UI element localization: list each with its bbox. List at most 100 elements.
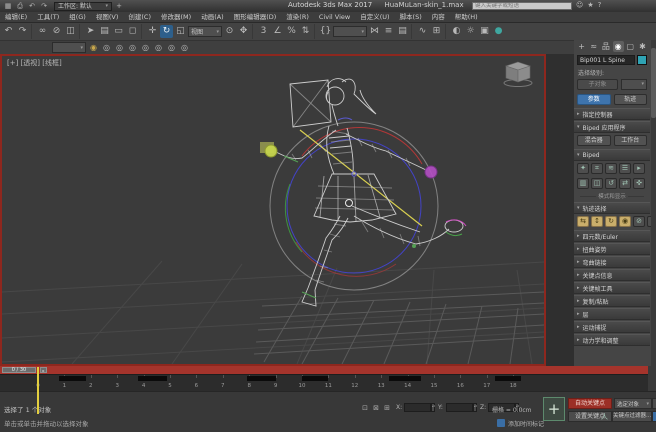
rollout-collapsed-8[interactable]: ▸动力学和调整 (574, 334, 650, 346)
key-filter-dropdown[interactable]: 选定对象 ▾ (614, 398, 652, 409)
tool-icon[interactable]: ◎ (114, 42, 125, 53)
time-slider-handle[interactable]: 0 / 30 (2, 367, 36, 373)
object-name-field[interactable] (577, 55, 635, 65)
biped-mode-icon[interactable]: ▥ (577, 178, 589, 189)
percent-snap-icon[interactable]: % (285, 25, 298, 38)
select-scale-icon[interactable]: ◱ (174, 25, 187, 38)
sub-object-button[interactable]: 子对象 (577, 79, 618, 90)
rect-region-icon[interactable]: ▭ (112, 25, 125, 38)
mirror-icon[interactable]: ⋈ (368, 25, 381, 38)
add-workspace-icon[interactable]: + (114, 2, 124, 11)
menu-item-7[interactable]: 图形编辑器(D) (229, 12, 282, 22)
unlink-icon[interactable]: ⊘ (50, 25, 63, 38)
workbench-button[interactable]: 工作台 (614, 135, 648, 146)
menu-item-9[interactable]: Civil View (314, 12, 355, 22)
help-icon[interactable]: ? (598, 1, 602, 9)
sign-in-icon[interactable]: ☺ (576, 1, 583, 9)
curve-editor-icon[interactable]: ∿ (416, 25, 429, 38)
select-manipulate-icon[interactable]: ✥ (237, 25, 250, 38)
rollout-biped[interactable]: ▾ Biped (574, 149, 650, 161)
redo-icon[interactable]: ↷ (39, 2, 49, 11)
select-by-name-icon[interactable]: ▤ (98, 25, 111, 38)
redo-icon[interactable]: ↷ (16, 25, 29, 38)
perspective-viewport[interactable]: [+] [透视] [线框] (0, 54, 546, 366)
tool-icon[interactable]: ◎ (127, 42, 138, 53)
angle-snap-icon[interactable]: ∠ (271, 25, 284, 38)
snap-toggle-icon[interactable]: 3 (257, 25, 270, 38)
tab-modify[interactable]: ≈ (588, 41, 599, 52)
biped-mode-icon[interactable]: ✜ (633, 178, 645, 189)
tool-icon[interactable]: ◎ (153, 42, 164, 53)
schematic-view-icon[interactable]: ⊞ (430, 25, 443, 38)
biped-mode-icon[interactable]: ⇄ (619, 178, 631, 189)
biped-mode-icon[interactable]: ▸ (633, 163, 645, 174)
window-crossing-icon[interactable]: ◻ (126, 25, 139, 38)
selection-lock-icon[interactable]: ⊠ (371, 403, 381, 413)
undo-icon[interactable]: ↶ (2, 25, 15, 38)
time-tag-icon[interactable] (497, 419, 505, 427)
absolute-mode-icon[interactable]: ⊞ (382, 403, 392, 413)
frame-field-cut[interactable] (652, 411, 656, 422)
next-frame-button[interactable]: ▸ (40, 367, 47, 373)
bind-spacewarp-icon[interactable]: ◫ (64, 25, 77, 38)
trajectories-button[interactable]: 轨迹 (614, 94, 648, 105)
menu-item-3[interactable]: 视图(V) (91, 12, 124, 22)
tool-icon[interactable]: ◎ (140, 42, 151, 53)
toolbar2-dropdown[interactable]: ▾ (52, 42, 86, 53)
save-icon[interactable]: ⎙ (15, 2, 25, 11)
edit-named-sel-icon[interactable]: {} (319, 25, 332, 38)
tool-icon[interactable]: ◎ (101, 42, 112, 53)
viewport-label[interactable]: [+] [透视] [线框] (7, 58, 62, 68)
render-frame-icon[interactable]: ▣ (478, 25, 491, 38)
biped-mode-icon[interactable]: ⌗ (591, 163, 603, 174)
tab-motion[interactable]: ◉ (613, 41, 624, 52)
workspace-dropdown[interactable]: 工作区: 默认 ▾ (54, 2, 112, 11)
spinner-snap-icon[interactable]: ⇅ (299, 25, 312, 38)
biped-tool-icon[interactable]: ◉ (88, 42, 99, 53)
key-filters-button[interactable]: 关键点过滤器... (612, 411, 652, 422)
rollout-assign-controller[interactable]: ▸ 指定控制器 (574, 108, 650, 120)
select-link-icon[interactable]: ∞ (36, 25, 49, 38)
star-icon[interactable]: ★ (587, 1, 593, 9)
track-selection-icon[interactable]: ⇆ (577, 216, 589, 227)
biped-mode-icon[interactable]: ✦ (577, 163, 589, 174)
select-move-icon[interactable]: ✛ (146, 25, 159, 38)
infocenter-search-input[interactable] (472, 2, 572, 10)
biped-mode-icon[interactable]: ↺ (605, 178, 617, 189)
y-field[interactable] (446, 403, 473, 412)
menu-item-0[interactable]: 编辑(E) (0, 12, 32, 22)
render-icon[interactable]: ● (492, 25, 505, 38)
undo-icon[interactable]: ↶ (27, 2, 37, 11)
track-selection-icon[interactable]: ↻ (605, 216, 617, 227)
menu-item-4[interactable]: 创建(C) (123, 12, 156, 22)
rollout-collapsed-6[interactable]: ▸层 (574, 308, 650, 320)
auto-key-button[interactable]: 自动关键点 (568, 398, 612, 409)
y-spinner[interactable]: ▴▾ (473, 403, 477, 412)
rollout-track-selection[interactable]: ▾ 轨迹选择 (574, 202, 650, 214)
ref-coord-dropdown[interactable]: 视图▾ (188, 26, 222, 37)
keyframe-marker[interactable] (302, 376, 328, 381)
rollout-collapsed-7[interactable]: ▸运动捕捉 (574, 321, 650, 333)
scrollbar-thumb[interactable] (651, 48, 656, 118)
isolate-selection-icon[interactable]: ⊡ (360, 403, 370, 413)
rollout-collapsed-2[interactable]: ▸弯曲链接 (574, 256, 650, 268)
rollout-collapsed-3[interactable]: ▸关键点信息 (574, 269, 650, 281)
menu-item-12[interactable]: 内容 (427, 12, 450, 22)
x-field[interactable] (404, 403, 431, 412)
menu-item-6[interactable]: 动画(A) (196, 12, 229, 22)
track-bar[interactable]: 0123456789101112131415161718 (0, 374, 648, 391)
tab-hierarchy[interactable]: 品 (600, 41, 611, 52)
menu-item-1[interactable]: 工具(T) (32, 12, 64, 22)
named-sel-dropdown[interactable]: ▾ (333, 26, 367, 37)
panel-scrollbar[interactable] (651, 40, 656, 402)
menu-item-2[interactable]: 组(G) (64, 12, 91, 22)
align-icon[interactable]: ≡ (382, 25, 395, 38)
menu-item-8[interactable]: 渲染(R) (281, 12, 314, 22)
sub-object-dropdown[interactable]: ▾ (621, 79, 647, 90)
rollout-collapsed-0[interactable]: ▸四元数/Euler (574, 230, 650, 242)
mixer-button[interactable]: 混合器 (577, 135, 611, 146)
time-slider-track[interactable]: 0 / 30 ▸ (0, 366, 648, 374)
playback-controls-cut[interactable] (652, 398, 656, 409)
material-editor-icon[interactable]: ◐ (450, 25, 463, 38)
render-setup-icon[interactable]: ☼ (464, 25, 477, 38)
